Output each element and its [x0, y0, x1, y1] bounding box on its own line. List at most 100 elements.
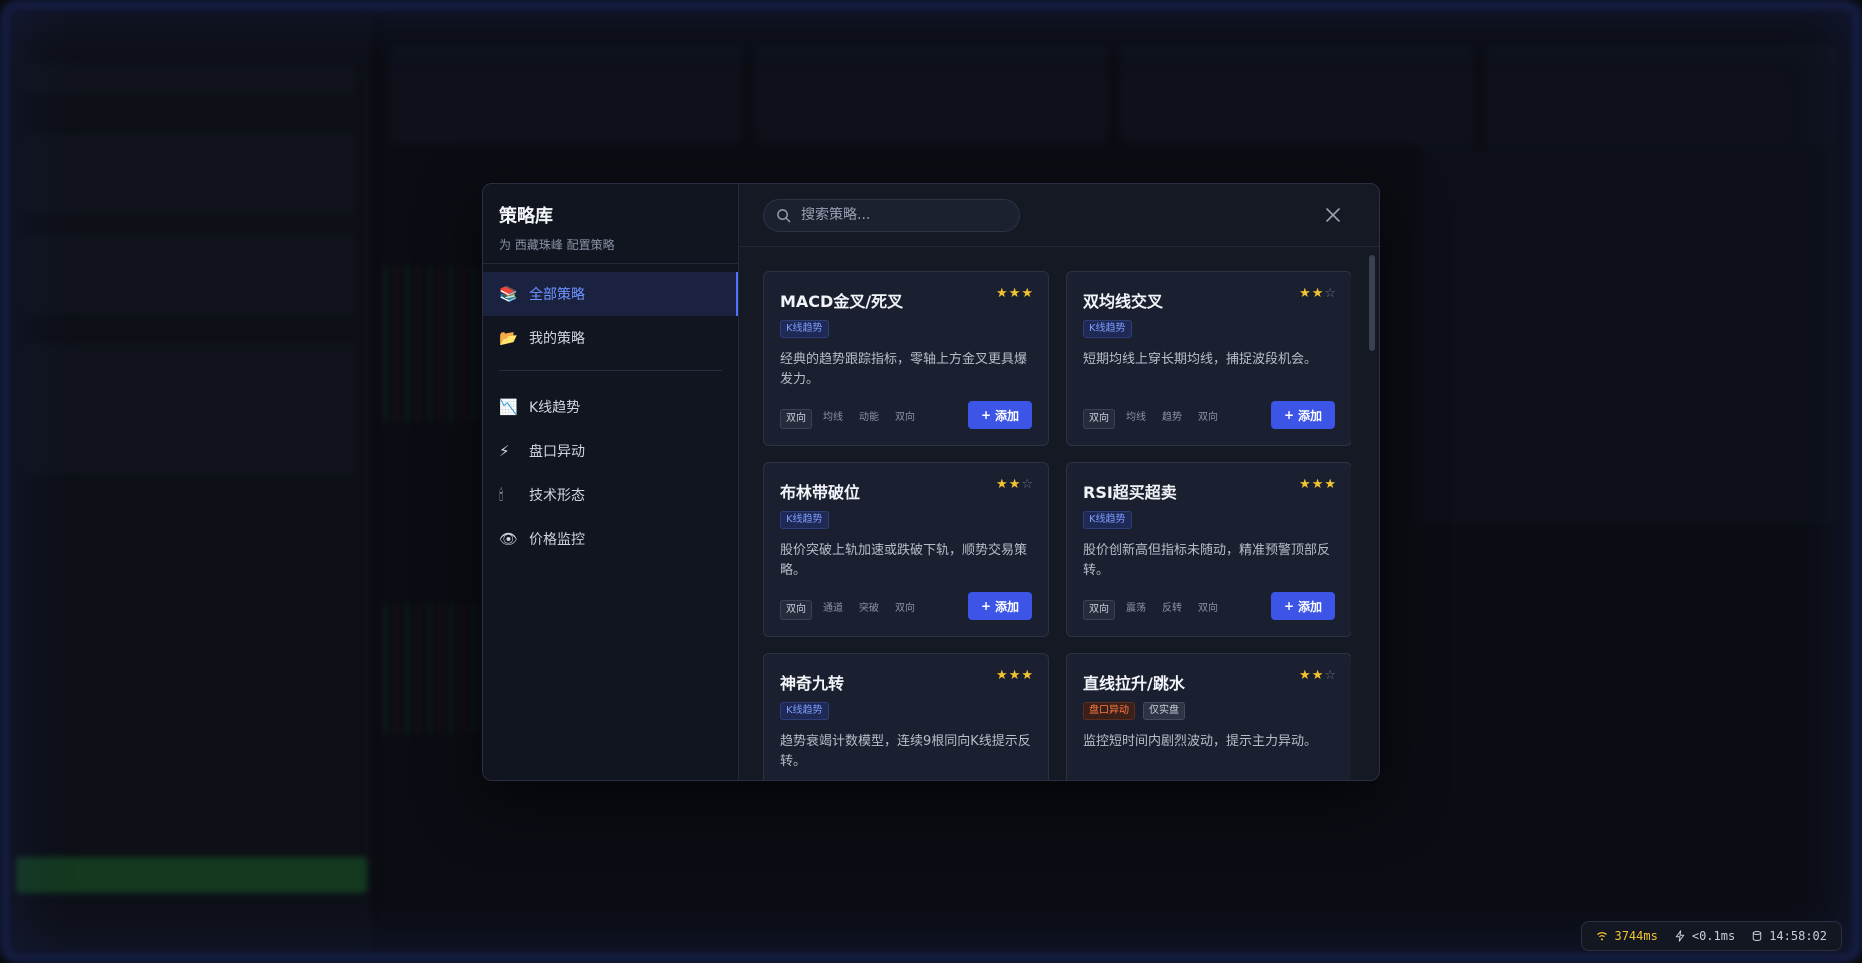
star-filled-icon: ★ [996, 477, 1009, 492]
nav-label: K线趋势 [529, 400, 581, 416]
search-icon [777, 208, 791, 222]
strategy-tag: 双向 [780, 409, 812, 429]
add-label: 添加 [995, 408, 1020, 423]
add-strategy-button[interactable]: + 添加 [1271, 592, 1335, 620]
star-filled-icon: ★ [1311, 477, 1325, 492]
strategy-tag: 双向 [1083, 600, 1115, 620]
strategy-title: 双均线交叉 [1083, 292, 1164, 311]
status-bar: 3744ms <0.1ms 14:58:02 [1581, 921, 1842, 951]
nav-item-0[interactable]: 📚 全部策略 [483, 272, 738, 316]
star-filled-icon: ★ [1324, 477, 1337, 492]
strategy-description: 监控短时间内剧烈波动，提示主力异动。 [1083, 734, 1318, 749]
add-label: 添加 [995, 599, 1020, 614]
star-empty-icon: ☆ [1324, 668, 1337, 683]
category-badge: K线趋势 [780, 702, 829, 720]
nav-label: 盘口异动 [529, 444, 585, 460]
plus-icon: + [980, 599, 992, 613]
strategy-tag: 反转 [1162, 603, 1182, 614]
strategy-description: 股价创新高但指标未随动，精准预警顶部反转。 [1083, 543, 1331, 578]
rating-stars: ★★★ [996, 668, 1034, 683]
scrollbar-thumb[interactable] [1369, 255, 1375, 351]
strategy-title: 布林带破位 [780, 483, 861, 502]
wifi-icon [1597, 932, 1608, 941]
rating-stars: ★★☆ [1299, 668, 1337, 683]
background-sidebar [14, 14, 370, 949]
strategy-card[interactable]: MACD金叉/死叉 ★★★ K线趋势 经典的趋势跟踪指标，零轴上方金叉更具爆发力。 双向… [763, 271, 1049, 446]
strategy-card[interactable]: 直线拉升/跳水 ★★☆ 盘口异动 仅实盘 监控短时间内剧烈波动，提示主力异动。 [1066, 653, 1351, 780]
nav-icon: 📉 [499, 398, 518, 416]
category-nav: 📚 全部策略 📂 我的策略 📉 K线趋势 ⚡ 盘口异动 🕯 技术形态 👁 价格监控 [483, 264, 738, 561]
star-filled-icon: ★ [1299, 286, 1312, 301]
add-label: 添加 [1298, 599, 1323, 614]
strategy-card[interactable]: 布林带破位 ★★☆ K线趋势 股价突破上轨加速或跌破下轨，顺势交易策略。 双向 通道 突破双… [763, 462, 1049, 637]
plus-icon: + [1283, 599, 1295, 613]
nav-label: 我的策略 [529, 331, 585, 347]
star-empty-icon: ☆ [1021, 477, 1034, 492]
strategy-title: RSI超买超卖 [1083, 483, 1177, 502]
nav-icon: 📚 [499, 285, 518, 303]
strategy-tag: 均线 [1126, 412, 1146, 423]
nav-divider [499, 370, 722, 371]
strategy-description: 经典的趋势跟踪指标，零轴上方金叉更具爆发力。 [780, 352, 1028, 387]
strategy-tag: 趋势 [1162, 412, 1182, 423]
modal-topbar [739, 184, 1379, 247]
strategy-card[interactable]: 双均线交叉 ★★☆ K线趋势 短期均线上穿长期均线，捕捉波段机会。 双向 均线 趋势 双向 + 添… [1066, 271, 1351, 446]
nav-item-5[interactable]: 👁 价格监控 [483, 517, 738, 561]
add-strategy-button[interactable]: + 添加 [1271, 401, 1335, 429]
add-label: 添加 [1298, 408, 1323, 423]
search-input[interactable] [801, 207, 991, 223]
nav-icon: ⚡ [499, 442, 510, 460]
tag-row: 双向 均线 动能 双向 [780, 409, 920, 429]
category-badge: 盘口异动 [1083, 702, 1135, 720]
strategy-tag: 双向 [895, 412, 915, 423]
bolt-icon [1675, 930, 1685, 942]
badge-row: K线趋势 [780, 702, 1032, 720]
nav-label: 技术形态 [529, 488, 585, 504]
search-box[interactable] [763, 198, 1020, 232]
add-strategy-button[interactable]: + 添加 [968, 401, 1032, 429]
category-badge: K线趋势 [780, 511, 829, 529]
nav-label: 全部策略 [529, 287, 585, 303]
strategy-tag: 双向 [1083, 409, 1115, 429]
clock-value: 14:58:02 [1769, 929, 1827, 943]
strategy-grid: MACD金叉/死叉 ★★★ K线趋势 经典的趋势跟踪指标，零轴上方金叉更具爆发力。 双向… [763, 271, 1351, 780]
star-filled-icon: ★ [996, 286, 1009, 301]
modal-title: 策略库 [499, 206, 553, 227]
category-badge: 仅实盘 [1143, 702, 1185, 720]
nav-icon: 🕯 [499, 486, 504, 504]
strategy-description: 短期均线上穿长期均线，捕捉波段机会。 [1083, 352, 1318, 367]
star-filled-icon: ★ [1299, 477, 1312, 492]
scrollbar[interactable] [1369, 247, 1375, 780]
modal-sidebar: 策略库 为 西藏珠峰 配置策略 📚 全部策略 📂 我的策略 📉 K线趋势 ⚡ 盘口异动 🕯 技术形… [483, 184, 739, 780]
plus-icon: + [980, 408, 992, 422]
compute-value: <0.1ms [1691, 929, 1736, 943]
nav-item-2[interactable]: 📉 K线趋势 [483, 385, 738, 429]
rating-stars: ★★☆ [996, 477, 1034, 492]
star-filled-icon: ★ [1008, 286, 1022, 301]
nav-item-3[interactable]: ⚡ 盘口异动 [483, 429, 738, 473]
strategy-card[interactable]: RSI超买超卖 ★★★ K线趋势 股价创新高但指标未随动，精准预警顶部反转。 双向 震荡反… [1066, 462, 1351, 637]
latency-indicator: 3744ms [1596, 929, 1658, 943]
modal-subtitle: 为 西藏珠峰 配置策略 [499, 238, 615, 252]
add-strategy-button[interactable]: + 添加 [968, 592, 1032, 620]
badge-row: K线趋势 [780, 511, 1032, 529]
star-filled-icon: ★ [1299, 668, 1312, 683]
strategy-description: 股价突破上轨加速或跌破下轨，顺势交易策略。 [780, 543, 1028, 578]
strategy-tag: 双向 [1198, 603, 1218, 614]
modal-header: 策略库 为 西藏珠峰 配置策略 [483, 184, 738, 264]
close-icon[interactable] [1323, 205, 1343, 225]
strategy-card[interactable]: 神奇九转 ★★★ K线趋势 趋势衰竭计数模型，连续9根同向K线提示反转。 [763, 653, 1049, 780]
star-filled-icon: ★ [1021, 668, 1034, 683]
strategy-tag: 均线 [823, 412, 843, 423]
category-badge: K线趋势 [780, 320, 829, 338]
badge-row: K线趋势 [1083, 320, 1335, 338]
nav-item-4[interactable]: 🕯 技术形态 [483, 473, 738, 517]
strategy-tag: 双向 [780, 600, 812, 620]
nav-label: 价格监控 [529, 532, 585, 548]
nav-item-1[interactable]: 📂 我的策略 [483, 316, 738, 360]
strategy-description: 趋势衰竭计数模型，连续9根同向K线提示反转。 [780, 734, 1031, 769]
clock-indicator: 14:58:02 [1751, 929, 1827, 943]
plus-icon: + [1283, 408, 1295, 422]
strategy-tag: 突破 [859, 603, 879, 614]
latency-value: 3744ms [1614, 929, 1658, 943]
